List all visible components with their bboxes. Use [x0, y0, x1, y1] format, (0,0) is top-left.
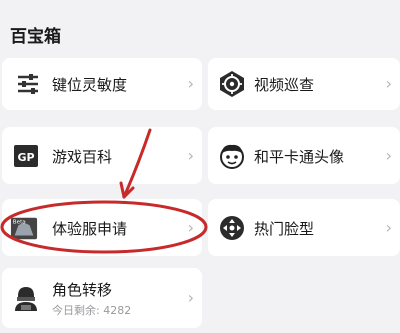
gp-book-icon: GP: [14, 144, 38, 167]
chevron-right-icon: ›: [187, 145, 194, 165]
chevron-right-icon: ›: [187, 74, 194, 93]
target-icon: [220, 71, 244, 97]
item-label: 视频巡查: [254, 76, 315, 94]
item-popular-face-shapes[interactable]: 热门脸型 ›: [208, 199, 400, 256]
item-cartoon-avatar[interactable]: 和平卡通头像 ›: [208, 127, 400, 184]
item-label: 热门脸型: [254, 220, 315, 238]
item-label: 游戏百科: [52, 148, 113, 166]
item-character-transfer[interactable]: 角色转移 今日剩余: 4282 ›: [2, 268, 202, 328]
item-label: 和平卡通头像: [254, 148, 345, 166]
remaining-count: 今日剩余: 4282: [52, 304, 132, 317]
item-label: 键位灵敏度: [52, 76, 128, 94]
chevron-right-icon: ›: [385, 145, 392, 165]
item-video-patrol[interactable]: 视频巡查 ›: [208, 58, 400, 110]
chevron-right-icon: ›: [187, 288, 194, 307]
face-shape-icon: [220, 215, 244, 240]
svg-text:GP: GP: [17, 151, 34, 164]
chevron-right-icon: ›: [385, 217, 392, 237]
beta-server-icon: Beta: [10, 217, 38, 239]
item-label: 角色转移: [52, 281, 113, 299]
sliders-icon: [18, 74, 38, 94]
beta-badge: Beta: [13, 219, 26, 225]
item-key-sensitivity[interactable]: 键位灵敏度 ›: [2, 58, 202, 110]
chevron-right-icon: ›: [385, 74, 392, 93]
item-label: 体验服申请: [52, 220, 128, 238]
annotation-arrowhead: [119, 181, 135, 199]
item-beta-server-apply[interactable]: Beta 体验服申请 ›: [2, 199, 202, 256]
section-title: 百宝箱: [10, 27, 61, 47]
cartoon-face-icon: [220, 144, 244, 169]
character-transfer-icon: [15, 287, 37, 311]
chevron-right-icon: ›: [187, 217, 194, 237]
item-game-wiki[interactable]: GP 游戏百科 ›: [2, 127, 202, 184]
